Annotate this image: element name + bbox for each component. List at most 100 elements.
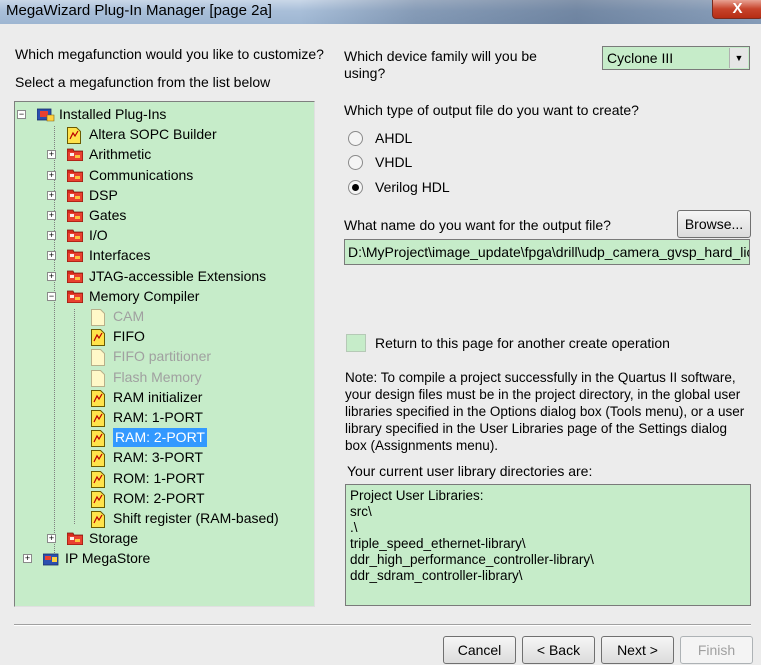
tree-node[interactable]: DSP [89, 186, 118, 205]
tree-node[interactable]: RAM: 1-PORT [113, 408, 203, 427]
output-file-input[interactable]: D:\MyProject\image_update\fpga\drill\udp… [344, 239, 750, 265]
megafunction-doc-icon [91, 349, 105, 369]
expand-icon[interactable]: + [47, 170, 56, 180]
back-button[interactable]: < Back [522, 636, 595, 664]
radio-ahdl[interactable] [348, 131, 363, 146]
return-checkbox[interactable] [346, 334, 366, 352]
tree-node[interactable]: CAM [113, 307, 144, 326]
device-family-select[interactable]: Cyclone III ▼ [602, 46, 750, 70]
tree-node[interactable]: Installed Plug-Ins [59, 105, 166, 124]
chevron-down-icon[interactable]: ▼ [729, 48, 748, 68]
title-bar: MegaWizard Plug-In Manager [page 2a] [0, 0, 761, 24]
tree-item-sopc-builder[interactable]: Altera SOPC Builder [89, 125, 217, 144]
tree-item-folder[interactable]: DSP [89, 186, 118, 205]
library-item: triple_speed_ethernet-library\ [350, 536, 526, 551]
megafunction-doc-icon [91, 389, 105, 410]
megafunction-doc-icon [91, 511, 105, 531]
cancel-button[interactable]: Cancel [443, 636, 516, 664]
radio-vhdl[interactable] [348, 155, 363, 170]
tree-item-megafunction[interactable]: Flash Memory [113, 368, 202, 387]
tree-guide-line [74, 309, 75, 524]
folder-icon [66, 208, 84, 225]
tree-node[interactable]: Flash Memory [113, 368, 202, 387]
expand-icon[interactable]: + [47, 211, 56, 220]
megafunction-doc-icon [91, 450, 105, 470]
tree-node[interactable]: ROM: 2-PORT [113, 489, 205, 508]
note-text: Note: To compile a project successfully … [345, 370, 745, 453]
tree-item-ip-megastore[interactable]: IP MegaStore [65, 549, 150, 568]
window-title: MegaWizard Plug-In Manager [page 2a] [6, 2, 272, 19]
device-family-question: Which device family will you be using? [344, 48, 537, 81]
tree-item-megafunction[interactable]: ROM: 1-PORT [113, 469, 205, 488]
tree-node[interactable]: Altera SOPC Builder [89, 125, 217, 144]
tree-item-selected[interactable]: RAM: 2-PORT [113, 428, 207, 448]
expand-icon[interactable]: + [47, 534, 56, 544]
tree-node[interactable]: RAM: 2-PORT [113, 428, 207, 448]
next-button[interactable]: Next > [601, 636, 674, 664]
blurred-background [300, 0, 761, 24]
folder-icon [66, 269, 84, 286]
tree-node[interactable]: I/O [89, 226, 108, 245]
folder-icon [66, 188, 84, 205]
tree-item-installed-plugins[interactable]: Installed Plug-Ins [59, 105, 166, 124]
tree-item-megafunction[interactable]: RAM initializer [113, 388, 202, 407]
collapse-icon[interactable]: − [17, 110, 26, 119]
tree-node[interactable]: Interfaces [89, 246, 150, 265]
tree-node[interactable]: ROM: 1-PORT [113, 469, 205, 488]
tree-node[interactable]: FIFO [113, 327, 145, 346]
expand-icon[interactable]: + [47, 190, 56, 200]
tree-item-megafunction[interactable]: FIFO [113, 327, 145, 346]
radio-vhdl-label[interactable]: VHDL [375, 154, 412, 170]
megastore-icon [42, 551, 61, 569]
radio-ahdl-label[interactable]: AHDL [375, 130, 412, 146]
tree-node[interactable]: RAM: 3-PORT [113, 448, 203, 467]
tree-node[interactable]: Gates [89, 206, 126, 225]
radio-verilog-label[interactable]: Verilog HDL [375, 179, 450, 195]
tree-node[interactable]: FIFO partitioner [113, 347, 211, 366]
tree-item-folder[interactable]: Communications [89, 166, 193, 185]
tree-node[interactable]: IP MegaStore [65, 549, 150, 568]
folder-icon [66, 289, 84, 306]
libraries-list[interactable]: Project User Libraries: src\ .\ triple_s… [345, 484, 751, 606]
tree-node[interactable]: JTAG-accessible Extensions [89, 267, 266, 286]
tree-item-megafunction[interactable]: Shift register (RAM-based) [113, 509, 279, 528]
tree-node[interactable]: Shift register (RAM-based) [113, 509, 279, 528]
folder-icon [66, 147, 84, 164]
folder-icon [66, 168, 84, 185]
megafunction-tree[interactable]: − Installed Plug-Ins Altera SOPC Builder + A… [14, 101, 315, 607]
expand-icon[interactable]: + [47, 271, 56, 281]
close-button[interactable]: X [712, 0, 761, 19]
megafunction-doc-icon [91, 369, 105, 390]
tree-item-folder[interactable]: JTAG-accessible Extensions [89, 267, 266, 286]
tree-item-folder[interactable]: Gates [89, 206, 126, 225]
tree-node[interactable]: RAM initializer [113, 388, 202, 407]
tree-node[interactable]: Memory Compiler [89, 287, 199, 306]
tree-item-memory-compiler[interactable]: Memory Compiler [89, 287, 199, 306]
tree-item-megafunction[interactable]: CAM [113, 307, 144, 326]
tree-item-megafunction[interactable]: ROM: 2-PORT [113, 489, 205, 508]
folder-icon [66, 248, 84, 265]
expand-icon[interactable]: + [23, 554, 32, 564]
tree-node[interactable]: Arithmetic [89, 145, 151, 164]
megafunction-question: Which megafunction would you like to cus… [15, 46, 324, 62]
radio-verilog[interactable] [348, 180, 363, 195]
tree-node[interactable]: Communications [89, 166, 193, 185]
tree-item-megafunction[interactable]: RAM: 1-PORT [113, 408, 203, 427]
tree-item-storage[interactable]: Storage [89, 529, 138, 548]
tree-item-folder[interactable]: Arithmetic [89, 145, 151, 164]
tree-node[interactable]: Storage [89, 529, 138, 548]
folder-icon [66, 531, 84, 548]
expand-icon[interactable]: + [47, 231, 56, 241]
browse-button[interactable]: Browse... [677, 210, 751, 238]
tree-item-folder[interactable]: Interfaces [89, 246, 150, 265]
folder-icon [66, 228, 84, 245]
megafunction-doc-icon [91, 430, 105, 450]
expand-icon[interactable]: + [47, 150, 56, 160]
return-checkbox-label[interactable]: Return to this page for another create o… [375, 335, 670, 351]
expand-icon[interactable]: + [47, 251, 56, 261]
tree-item-folder[interactable]: I/O [89, 226, 108, 245]
collapse-icon[interactable]: − [47, 291, 56, 301]
tree-item-megafunction[interactable]: FIFO partitioner [113, 347, 211, 366]
separator [14, 624, 751, 626]
tree-item-megafunction[interactable]: RAM: 3-PORT [113, 448, 203, 467]
